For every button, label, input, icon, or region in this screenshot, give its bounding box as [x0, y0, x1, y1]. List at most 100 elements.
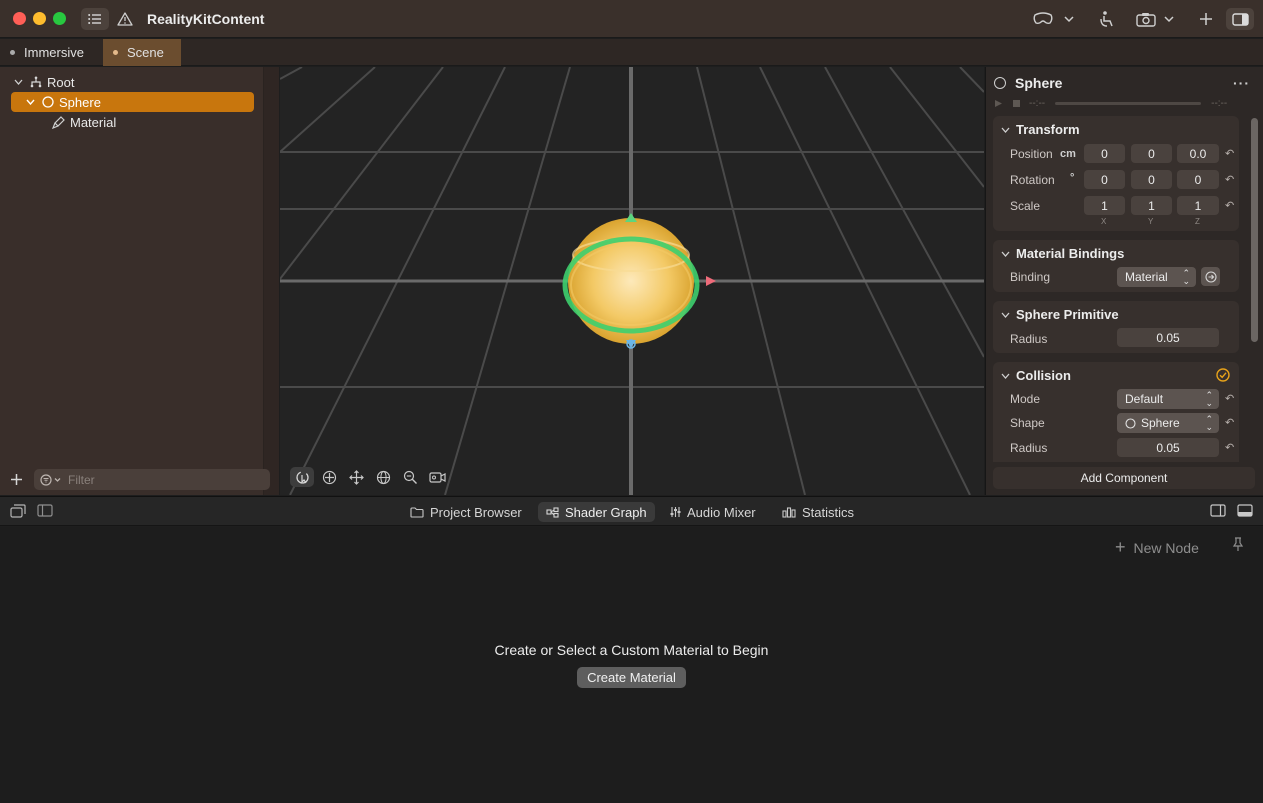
sphere-radius-field[interactable]: 0.05: [1117, 328, 1219, 347]
empty-state-message: Create or Select a Custom Material to Be…: [494, 642, 769, 658]
tree-item-sphere[interactable]: Sphere: [11, 92, 254, 112]
minimize-window-button[interactable]: [33, 12, 46, 25]
pin-icon[interactable]: [1232, 537, 1244, 555]
sidebar-right-icon[interactable]: [1210, 504, 1226, 517]
up-down-chevron-icon: ⌃ ⌄: [1205, 414, 1213, 432]
create-material-button[interactable]: Create Material: [577, 667, 686, 688]
tree-item-material[interactable]: Material: [52, 112, 116, 132]
tree-item-label: Sphere: [59, 94, 101, 110]
inspector-header: Sphere ···: [994, 75, 1256, 91]
reset-icon[interactable]: ↶: [1225, 392, 1234, 405]
binding-popup[interactable]: Material ⌃ ⌄: [1117, 267, 1196, 287]
close-window-button[interactable]: [13, 12, 26, 25]
node-graph-icon: [546, 506, 559, 518]
chevron-down-icon: [1001, 310, 1010, 320]
tab-label: Scene: [127, 45, 164, 60]
pan-tool-button[interactable]: [344, 467, 368, 487]
section-header[interactable]: Collision: [1001, 368, 1071, 383]
filter-placeholder: Filter: [68, 472, 95, 487]
chevron-down-icon: [1064, 16, 1074, 23]
headset-menu-button[interactable]: [1032, 8, 1074, 30]
position-z-field[interactable]: 0.0: [1177, 144, 1219, 163]
tab-scene[interactable]: Scene: [103, 39, 181, 66]
stop-icon[interactable]: [1012, 99, 1021, 108]
tab-immersive[interactable]: Immersive: [10, 39, 100, 66]
go-to-material-button[interactable]: [1201, 267, 1220, 286]
windows-stack-icon[interactable]: [10, 504, 26, 518]
accessibility-button[interactable]: [1098, 8, 1116, 30]
axis-z-label: Z: [1195, 217, 1200, 226]
add-entity-button[interactable]: [10, 470, 23, 491]
tab-shader-graph[interactable]: Shader Graph: [538, 502, 655, 522]
section-header[interactable]: Material Bindings: [1001, 246, 1124, 261]
snapshot-menu-button[interactable]: [1136, 8, 1174, 30]
viewport-toolbar: [290, 467, 449, 487]
zoom-tool-button[interactable]: [398, 467, 422, 487]
orbit-tool-button[interactable]: [290, 467, 314, 487]
warning-icon[interactable]: [115, 8, 135, 30]
tab-audio-mixer[interactable]: Audio Mixer: [662, 502, 764, 522]
inspector-toggle-button[interactable]: [1226, 8, 1254, 30]
shader-graph-editor[interactable]: + New Node Create or Select a Custom Mat…: [0, 527, 1263, 803]
scale-x-field[interactable]: 1: [1084, 196, 1125, 215]
section-title: Transform: [1016, 122, 1080, 137]
dolly-tool-button[interactable]: [317, 467, 341, 487]
filter-field[interactable]: Filter: [34, 469, 270, 490]
rotation-z-field[interactable]: 0: [1177, 170, 1219, 189]
filter-options-icon[interactable]: [40, 473, 62, 486]
sphere-model[interactable]: [562, 218, 700, 344]
section-header[interactable]: Transform: [1001, 122, 1080, 137]
tab-label: Project Browser: [430, 504, 522, 520]
material-bindings-section: Material Bindings Binding Material ⌃ ⌄: [993, 240, 1239, 292]
rotation-y-field[interactable]: 0: [1131, 170, 1172, 189]
rotation-x-field[interactable]: 0: [1084, 170, 1125, 189]
tab-statistics[interactable]: Statistics: [774, 502, 862, 522]
component-enabled-checkmark-icon[interactable]: [1216, 368, 1230, 385]
playback-scrubber[interactable]: [1055, 101, 1202, 105]
add-button[interactable]: [1199, 8, 1213, 30]
navigator-toggle-button[interactable]: [81, 8, 109, 30]
up-down-chevron-icon: ⌃ ⌄: [1182, 268, 1190, 286]
collision-mode-popup[interactable]: Default ⌃ ⌄: [1117, 389, 1219, 409]
play-icon[interactable]: [994, 99, 1003, 108]
zoom-window-button[interactable]: [53, 12, 66, 25]
scale-label: Scale: [1010, 199, 1041, 213]
inspector-scrollbar[interactable]: [1251, 118, 1258, 342]
tab-project-browser[interactable]: Project Browser: [402, 502, 530, 522]
position-y-field[interactable]: 0: [1131, 144, 1172, 163]
section-header[interactable]: Sphere Primitive: [1001, 307, 1119, 322]
world-tool-button[interactable]: [371, 467, 395, 487]
chevron-down-icon[interactable]: [14, 77, 24, 88]
chevron-down-icon[interactable]: [26, 97, 36, 108]
list-icon: [88, 14, 101, 24]
tree-item-label: Root: [47, 74, 75, 90]
scale-z-field[interactable]: 1: [1177, 196, 1219, 215]
reset-icon[interactable]: ↶: [1225, 173, 1234, 186]
new-node-button[interactable]: + New Node: [1115, 537, 1199, 558]
reset-icon[interactable]: ↶: [1225, 199, 1234, 212]
collision-shape-popup[interactable]: Sphere ⌃ ⌄: [1117, 413, 1219, 433]
video-camera-icon: [428, 471, 446, 483]
add-component-button[interactable]: Add Component: [993, 467, 1255, 489]
bottom-panel-icon[interactable]: [1237, 504, 1253, 517]
hierarchy-scrollbar[interactable]: [263, 67, 279, 495]
reset-icon[interactable]: ↶: [1225, 147, 1234, 160]
hierarchy-root-icon: [30, 76, 42, 88]
mode-value: Default: [1125, 392, 1164, 406]
section-title: Material Bindings: [1016, 246, 1125, 261]
folder-icon: [410, 506, 424, 518]
sidebar-left-icon[interactable]: [37, 504, 53, 517]
more-options-icon[interactable]: ···: [1233, 75, 1250, 91]
plus-icon: [1200, 13, 1212, 25]
collision-section: Collision Mode Default ⌃ ⌄ ↶ Shape Sphere…: [993, 362, 1239, 462]
tree-item-root[interactable]: Root: [14, 72, 74, 92]
scene-viewport[interactable]: [280, 67, 984, 495]
chevron-down-icon: [1001, 371, 1010, 381]
camera-tool-button[interactable]: [425, 467, 449, 487]
position-x-field[interactable]: 0: [1084, 144, 1125, 163]
transform-section: Transform Position cm 0 0 0.0 ↶ Rotation…: [993, 116, 1239, 231]
scale-y-field[interactable]: 1: [1131, 196, 1172, 215]
collision-radius-field[interactable]: 0.05: [1117, 438, 1219, 457]
reset-icon[interactable]: ↶: [1225, 416, 1234, 429]
reset-icon[interactable]: ↶: [1225, 441, 1234, 454]
